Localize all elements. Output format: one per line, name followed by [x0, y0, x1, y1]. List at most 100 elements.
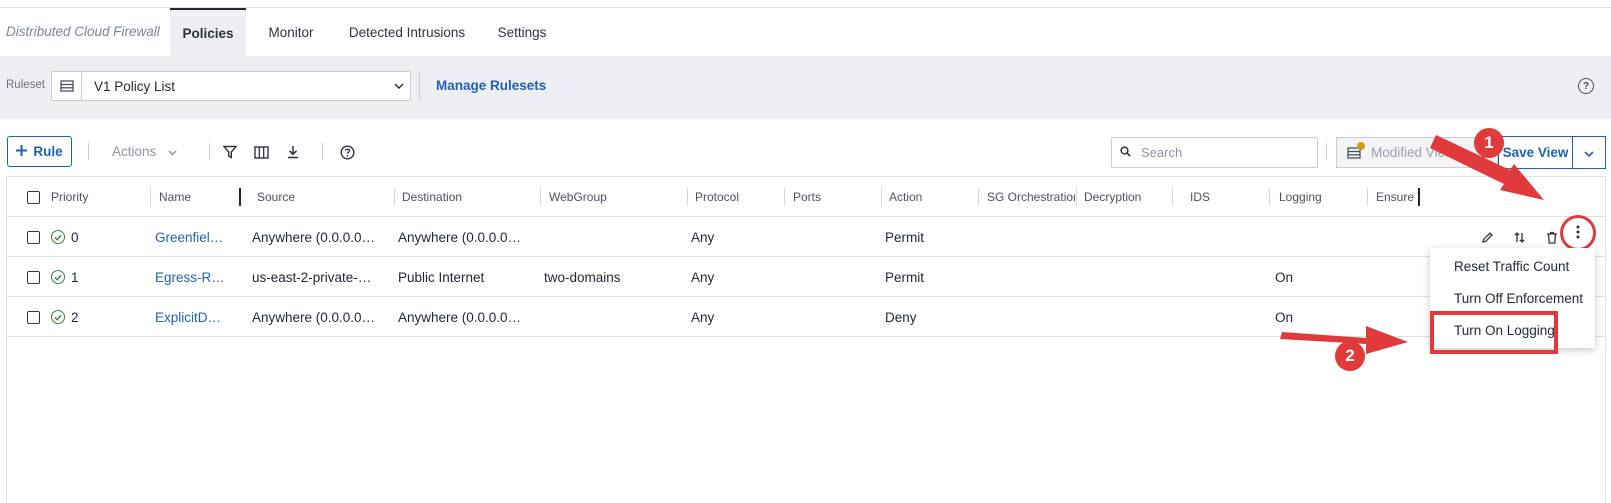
priority-value: 0: [71, 229, 79, 245]
menu-item-turn-on-logging[interactable]: Turn On Logging: [1430, 314, 1595, 346]
action-cell: Deny: [885, 309, 917, 325]
ruleset-bar: Ruleset V1 Policy List Manage Rulesets ?: [0, 56, 1611, 119]
search-field[interactable]: [1111, 137, 1318, 168]
app-title: Distributed Cloud Firewall: [6, 24, 160, 39]
rule-name-link[interactable]: Greenfiel…: [155, 217, 227, 257]
save-view-options-button[interactable]: [1572, 136, 1606, 169]
row-checkbox[interactable]: [27, 217, 43, 257]
row-priority: 2: [51, 297, 141, 337]
column-divider: [1076, 188, 1077, 206]
column-divider: [394, 188, 395, 206]
table-header: Priority Name Source Destination WebGrou…: [7, 177, 1605, 217]
column-header-decryption[interactable]: Decryption: [1084, 177, 1164, 217]
kebab-icon: [1576, 225, 1580, 242]
columns-icon[interactable]: [251, 142, 271, 162]
table-row[interactable]: 2 ExplicitD… Anywhere (0.0.0.0… Anywhere…: [7, 297, 1605, 337]
chevron-down-icon: [1584, 145, 1594, 160]
action-cell: Permit: [885, 269, 925, 285]
policy-table: Priority Name Source Destination WebGrou…: [6, 176, 1606, 503]
row-priority: 1: [51, 257, 141, 297]
source-cell: us-east-2-private-…: [252, 269, 372, 285]
column-header-ports[interactable]: Ports: [793, 177, 873, 217]
divider: [209, 143, 210, 160]
search-icon: [1120, 145, 1131, 160]
manage-rulesets-link[interactable]: Manage Rulesets: [436, 78, 546, 93]
row-actions-menu: Reset Traffic Count Turn Off Enforcement…: [1430, 248, 1595, 348]
rule-name-link[interactable]: ExplicitD…: [155, 297, 227, 337]
tab-settings[interactable]: Settings: [488, 8, 556, 56]
column-resize-handle[interactable]: [239, 188, 241, 206]
search-input[interactable]: [1139, 144, 1309, 161]
chevron-down-icon: [168, 144, 177, 159]
webgroup-cell: [544, 217, 676, 257]
table-row[interactable]: 1 Egress-R… us-east-2-private-… Public I…: [7, 257, 1605, 297]
filter-icon[interactable]: [220, 142, 240, 162]
menu-item-turn-off-enforcement[interactable]: Turn Off Enforcement: [1430, 282, 1595, 314]
row-checkbox[interactable]: [27, 297, 43, 337]
divider: [322, 143, 323, 160]
rule-name-link[interactable]: Egress-R…: [155, 257, 227, 297]
actions-label: Actions: [112, 144, 157, 159]
select-all-checkbox[interactable]: [27, 177, 43, 217]
logging-cell: On: [1275, 269, 1294, 285]
priority-value: 2: [71, 309, 79, 325]
plus-icon: [16, 144, 28, 159]
ports-cell: [788, 257, 868, 297]
column-header-priority[interactable]: Priority: [51, 177, 131, 217]
add-rule-button[interactable]: Rule: [7, 136, 72, 167]
webgroup-cell: [544, 297, 676, 337]
ruleset-selected-value: V1 Policy List: [94, 78, 176, 94]
column-header-ids[interactable]: IDS: [1190, 177, 1270, 217]
check-circle-icon: [51, 230, 65, 244]
column-header-source[interactable]: Source: [257, 177, 387, 217]
column-header-protocol[interactable]: Protocol: [695, 177, 775, 217]
menu-item-reset-traffic-count[interactable]: Reset Traffic Count: [1430, 250, 1595, 282]
protocol-cell: Any: [691, 269, 715, 285]
column-divider: [687, 188, 688, 206]
tab-bar: Distributed Cloud Firewall Policies Moni…: [0, 8, 1611, 56]
row-more-actions-button[interactable]: [1560, 215, 1596, 251]
reorder-icon[interactable]: [1509, 227, 1529, 247]
column-header-ensure[interactable]: Ensure T: [1376, 177, 1418, 217]
column-resize-handle[interactable]: [1418, 188, 1420, 206]
column-header-sg-orchestration[interactable]: SG Orchestration: [987, 177, 1075, 217]
column-divider: [150, 188, 151, 206]
column-header-action[interactable]: Action: [889, 177, 969, 217]
actions-dropdown[interactable]: Actions: [100, 136, 189, 167]
protocol-cell: Any: [691, 229, 715, 245]
tab-monitor[interactable]: Monitor: [257, 8, 325, 56]
destination-cell: Anywhere (0.0.0.0…: [398, 309, 522, 325]
help-icon[interactable]: ?: [1578, 78, 1594, 94]
ruleset-select[interactable]: V1 Policy List: [51, 71, 411, 101]
check-circle-icon: [51, 310, 65, 324]
column-divider: [881, 188, 882, 206]
logging-cell: [1275, 217, 1355, 257]
source-cell: Anywhere (0.0.0.0…: [252, 229, 376, 245]
add-rule-label: Rule: [33, 144, 63, 159]
column-header-webgroup[interactable]: WebGroup: [549, 177, 679, 217]
delete-icon[interactable]: [1542, 227, 1562, 247]
tab-detected-intrusions[interactable]: Detected Intrusions: [338, 8, 476, 56]
logging-cell: On: [1275, 309, 1294, 325]
annotation-badge-1: 1: [1474, 128, 1504, 158]
view-icon: [1337, 138, 1371, 167]
edit-icon[interactable]: [1477, 227, 1497, 247]
download-icon[interactable]: [283, 142, 303, 162]
ports-cell: [788, 217, 868, 257]
column-header-destination[interactable]: Destination: [402, 177, 532, 217]
column-divider: [540, 188, 541, 206]
check-circle-icon: [51, 270, 65, 284]
column-divider: [1367, 188, 1368, 206]
column-divider: [1269, 188, 1270, 206]
column-header-logging[interactable]: Logging: [1279, 177, 1359, 217]
save-view-button[interactable]: Save View: [1498, 136, 1573, 169]
row-checkbox[interactable]: [27, 257, 43, 297]
priority-value: 1: [71, 269, 79, 285]
table-row[interactable]: 0 Greenfiel… Anywhere (0.0.0.0… Anywhere…: [7, 217, 1605, 257]
column-header-name[interactable]: Name: [159, 177, 234, 217]
help-icon[interactable]: [337, 142, 357, 162]
ports-cell: [788, 297, 868, 337]
divider: [419, 72, 420, 100]
tab-policies[interactable]: Policies: [170, 8, 246, 56]
column-divider: [784, 188, 785, 206]
